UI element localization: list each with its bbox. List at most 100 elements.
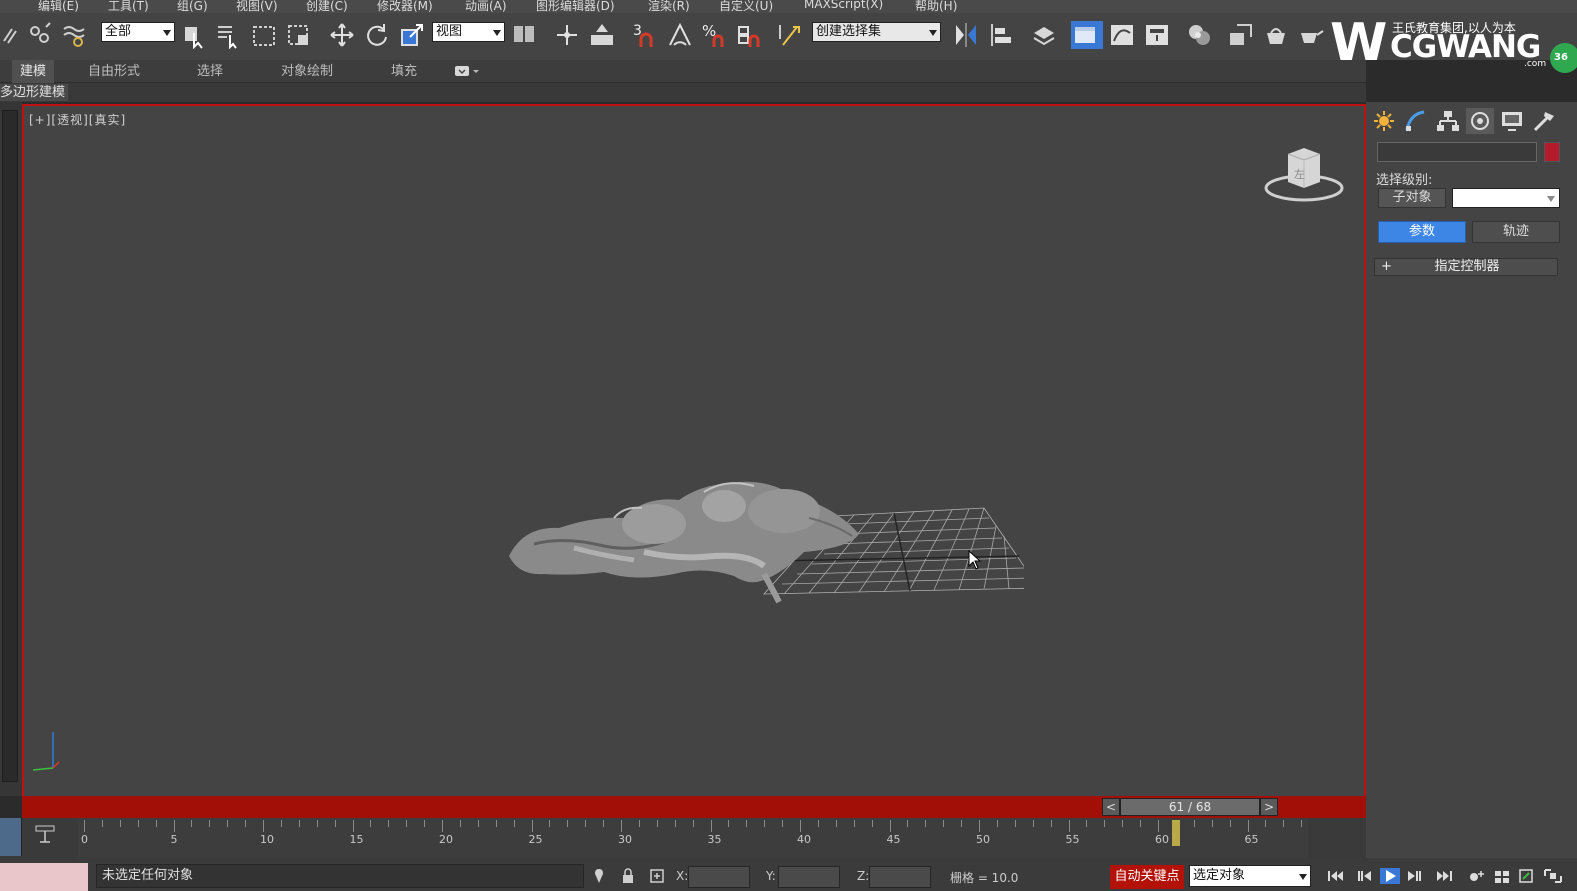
left-scroll-bar[interactable] — [2, 110, 18, 782]
schematic-view-icon[interactable] — [1143, 21, 1171, 49]
reference-coordinate-dropdown[interactable]: 视图 — [432, 22, 505, 42]
next-frame-icon[interactable] — [1405, 868, 1425, 884]
pivot-center-icon[interactable] — [511, 21, 539, 49]
motion-tab-icon[interactable] — [1466, 108, 1494, 134]
maximize-viewport-icon[interactable] — [1543, 868, 1563, 884]
logo-brand: CGWANG — [1390, 29, 1541, 65]
selection-filter-dropdown[interactable]: 全部 — [101, 22, 175, 42]
menu-rendering[interactable]: 渲染(R) — [648, 0, 690, 13]
auto-key-button[interactable]: 自动关键点 — [1110, 865, 1184, 889]
display-tab-icon[interactable] — [1498, 108, 1526, 134]
timeline-label: 30 — [618, 833, 632, 846]
select-by-name-icon[interactable] — [215, 21, 243, 50]
zoom-extents-icon[interactable] — [1517, 868, 1537, 884]
viewcube-icon[interactable]: 左 — [1262, 144, 1346, 206]
go-to-end-icon[interactable] — [1434, 868, 1454, 884]
render-production-icon[interactable] — [1297, 21, 1325, 49]
timeline-tick — [871, 820, 873, 827]
key-mode-dropdown[interactable]: 选定对象 — [1189, 865, 1311, 887]
edit-named-selection-icon[interactable] — [777, 21, 805, 49]
menu-group[interactable]: 组(G) — [177, 0, 208, 13]
time-slider[interactable]: < 61 / 68 > — [1102, 798, 1278, 816]
timeline-tick — [155, 820, 157, 827]
scene-model[interactable] — [464, 456, 1024, 616]
key-mode-toggle-icon[interactable] — [1467, 868, 1487, 884]
menu-modifiers[interactable]: 修改器(M) — [377, 0, 433, 13]
polygon-modeling-label[interactable]: 多边形建模 — [0, 84, 69, 101]
render-setup-icon[interactable] — [1227, 21, 1255, 49]
tab-selection[interactable]: 选择 — [189, 60, 231, 83]
layer-manager-icon[interactable] — [1030, 21, 1058, 49]
timeline-tick — [1050, 820, 1052, 827]
next-frame-button[interactable]: > — [1260, 798, 1278, 816]
time-slider-thumb[interactable]: 61 / 68 — [1120, 798, 1260, 816]
timeline-ruler[interactable]: 0 5 10 15 20 25 30 35 40 45 50 55 60 65 — [78, 818, 1308, 858]
menu-animation[interactable]: 动画(A) — [465, 0, 507, 13]
isolate-selection-icon[interactable] — [592, 868, 606, 884]
hierarchy-tab-icon[interactable] — [1434, 108, 1462, 134]
menu-views[interactable]: 视图(V) — [236, 0, 278, 13]
angle-snap-icon[interactable] — [666, 21, 694, 49]
object-name-field[interactable] — [1377, 142, 1537, 162]
mirror-icon[interactable] — [952, 21, 980, 49]
current-frame-marker[interactable] — [1171, 820, 1180, 846]
utilities-tab-icon[interactable] — [1530, 108, 1558, 134]
curve-editor-icon[interactable] — [1108, 21, 1136, 49]
menu-edit[interactable]: 编辑(E) — [38, 0, 79, 13]
tab-populate[interactable]: 填充 — [383, 60, 425, 83]
rotate-icon[interactable] — [363, 21, 391, 49]
scene-explorer-icon[interactable] — [1071, 21, 1103, 49]
create-tab-icon[interactable] — [1370, 108, 1398, 134]
sub-object-button[interactable]: 子对象 — [1378, 188, 1446, 208]
perspective-viewport[interactable]: [+][透视][真实] 左 — [22, 104, 1366, 796]
move-icon[interactable] — [328, 21, 356, 49]
sub-object-dropdown[interactable] — [1452, 188, 1560, 208]
named-selection-sets-dropdown[interactable]: 创建选择集 — [812, 22, 941, 42]
maxscript-listener-mini[interactable] — [0, 863, 88, 891]
x-coordinate-field[interactable] — [688, 866, 750, 888]
trajectories-button[interactable]: 轨迹 — [1472, 221, 1560, 243]
z-coordinate-field[interactable] — [869, 866, 931, 888]
assign-controller-rollout[interactable]: 指定控制器 + — [1374, 258, 1558, 276]
previous-frame-button[interactable]: < — [1102, 798, 1120, 816]
render-frame-icon[interactable] — [1262, 21, 1290, 49]
play-icon[interactable] — [1380, 868, 1400, 884]
menu-tools[interactable]: 工具(T) — [108, 0, 149, 13]
modify-tab-icon[interactable] — [1402, 108, 1430, 134]
select-object-icon[interactable] — [180, 21, 208, 50]
track-bar-filter-icon[interactable] — [34, 824, 56, 844]
select-manipulate-icon[interactable] — [553, 21, 581, 49]
ribbon-options-icon[interactable] — [455, 66, 481, 78]
unlink-icon[interactable] — [26, 21, 54, 49]
bind-space-warp-icon[interactable] — [61, 21, 89, 49]
link-icon[interactable] — [0, 21, 28, 49]
scale-icon[interactable] — [398, 21, 426, 49]
tab-modeling[interactable]: 建模 — [12, 60, 55, 83]
time-configuration-icon[interactable] — [1492, 868, 1512, 884]
window-crossing-icon[interactable] — [285, 21, 313, 49]
rectangular-selection-icon[interactable] — [250, 21, 278, 49]
menu-create[interactable]: 创建(C) — [306, 0, 348, 13]
timeline-tick — [280, 820, 282, 827]
y-coordinate-field[interactable] — [778, 866, 840, 888]
lock-icon[interactable] — [621, 868, 635, 884]
object-color-swatch[interactable] — [1544, 142, 1560, 162]
parameters-button[interactable]: 参数 — [1378, 221, 1466, 243]
menu-maxscript[interactable]: MAXScript(X) — [804, 0, 883, 11]
absolute-mode-icon[interactable] — [650, 868, 664, 884]
viewport-label[interactable]: [+][透视][真实] — [29, 111, 126, 128]
tab-object-paint[interactable]: 对象绘制 — [273, 60, 341, 83]
align-icon[interactable] — [987, 21, 1015, 49]
menu-graph-editors[interactable]: 图形编辑器(D) — [536, 0, 615, 13]
mini-curve-editor-toggle[interactable] — [0, 818, 22, 856]
spinner-snap-icon[interactable] — [736, 21, 764, 49]
go-to-start-icon[interactable] — [1326, 868, 1346, 884]
menu-customize[interactable]: 自定义(U) — [719, 0, 773, 13]
keyboard-shortcut-override-icon[interactable] — [588, 21, 616, 49]
tab-freeform[interactable]: 自由形式 — [80, 60, 148, 83]
percent-snap-icon[interactable]: % — [701, 21, 729, 49]
menu-help[interactable]: 帮助(H) — [915, 0, 957, 13]
snap-toggle-icon[interactable]: 3 — [631, 21, 659, 49]
previous-frame-icon[interactable] — [1354, 868, 1374, 884]
material-editor-icon[interactable] — [1185, 21, 1213, 49]
